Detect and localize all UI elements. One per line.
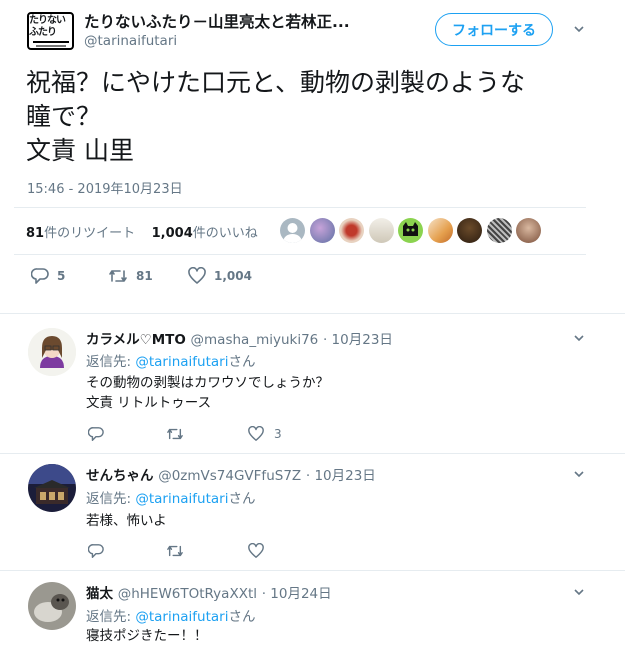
tweet-header: たりないふたり たりないふたり－山里亮太と若林正... @tarinaifuta… [0,0,625,60]
liker-avatar[interactable] [486,218,512,243]
reply-author[interactable]: カラメル♡MTO @masha_miyuki76 · 10月23日 [86,328,393,348]
like-action[interactable]: 3 [248,426,282,442]
chevron-down-icon[interactable] [573,586,585,598]
liker-avatar[interactable] [427,218,453,243]
reply-avatar[interactable] [28,582,76,630]
tweet-timestamp[interactable]: 15:46 - 2019年10月23日 [27,178,183,197]
reply-text: 若様、怖いよ [86,513,167,529]
like-count: 3 [274,427,282,441]
like-count: 1,004 [214,269,252,283]
retweet-action[interactable] [166,543,194,559]
like-stat[interactable]: 1,004件のいいね [152,226,258,241]
like-action[interactable]: 1,004 [188,267,252,285]
divider [14,254,586,255]
reply-text: その動物の剥製はカワウソでしょうか？ 文責 リトルトゥース [86,375,329,411]
heart-icon [188,267,206,284]
reply-actions: 3 [0,426,625,444]
reply-item[interactable]: カラメル♡MTO @masha_miyuki76 · 10月23日 返信先: @… [0,314,625,456]
heart-icon [248,426,264,441]
liker-avatar[interactable] [368,218,394,243]
liker-avatars [280,218,546,243]
liker-avatar[interactable] [457,218,482,243]
account-avatar[interactable]: たりないふたり [27,12,74,50]
liker-avatar[interactable] [309,218,335,243]
retweet-stat[interactable]: 81件のリツイート [26,226,135,241]
reply-action[interactable]: 5 [31,267,65,285]
reply-author[interactable]: せんちゃん @0zmVs74GVFfuS7Z · 10月23日 [86,464,376,484]
reply-icon [31,268,49,284]
account-handle[interactable]: @tarinaifutari [84,33,177,49]
reply-author[interactable]: 猫太 @hHEW6TOtRyaXXtl · 10月24日 [86,582,332,602]
reply-to: 返信先: @tarinaifutariさん [86,354,256,370]
chevron-down-icon[interactable] [573,23,585,35]
reply-avatar[interactable] [28,464,76,512]
retweet-icon [109,270,127,282]
logo-underline [32,41,69,43]
reply-date[interactable]: · 10月23日 [323,332,393,348]
liker-avatar[interactable] [280,218,305,243]
chevron-down-icon[interactable] [573,332,585,344]
retweet-action[interactable]: 81 [108,267,153,285]
engagement-stats: 81件のリツイート 1,004件のいいね [26,222,258,241]
reply-icon [88,427,104,441]
reply-icon [88,544,104,558]
reply-handle[interactable]: @0zmVs74GVFfuS7Z [158,468,301,484]
reply-to-link[interactable]: @tarinaifutari [135,491,228,507]
reply-item[interactable]: せんちゃん @0zmVs74GVFfuS7Z · 10月23日 返信先: @ta… [0,454,625,569]
reply-to-link[interactable]: @tarinaifutari [135,354,228,370]
tweet-line: 祝福？にやけた口元と、動物の剥製のような [26,68,526,97]
like-action[interactable] [248,543,274,559]
reply-handle[interactable]: @masha_miyuki76 [191,332,319,348]
reply-handle[interactable]: @hHEW6TOtRyaXXtl [118,586,257,602]
tweet-actions: 5 81 1,004 [0,267,625,289]
liker-avatar[interactable] [516,218,541,243]
liker-avatar[interactable] [398,218,423,243]
reply-to: 返信先: @tarinaifutariさん [86,609,256,625]
follow-button[interactable]: フォローする [435,13,553,46]
reply-to-link[interactable]: @tarinaifutari [135,609,228,625]
tweet-line: 文責 山里 [26,136,134,165]
retweet-action[interactable] [166,426,194,442]
retweet-icon [167,545,183,557]
divider [14,207,586,208]
reply-action[interactable] [88,543,114,559]
reply-date[interactable]: · 10月24日 [262,586,332,602]
retweet-icon [167,428,183,440]
heart-icon [248,543,264,558]
liker-avatar[interactable] [339,218,364,243]
reply-text: 寝技ポジきたー！！ [86,628,208,644]
retweet-count: 81 [136,269,153,283]
account-name[interactable]: たりないふたり－山里亮太と若林正... [84,10,404,32]
reply-count: 5 [57,269,66,283]
logo-subline [35,45,66,47]
reply-avatar[interactable] [28,328,76,376]
chevron-down-icon[interactable] [573,468,585,480]
tweet-text: 祝福？にやけた口元と、動物の剥製のような 瞳で？ 文責 山里 [26,66,606,168]
reply-item[interactable]: 猫太 @hHEW6TOtRyaXXtl · 10月24日 返信先: @tarin… [0,571,625,645]
logo-text: たりないふたり [29,15,66,38]
tweet-line: 瞳で？ [26,102,102,131]
reply-date[interactable]: · 10月23日 [306,468,376,484]
reply-actions [0,543,625,561]
reply-to: 返信先: @tarinaifutariさん [86,491,256,507]
reply-action[interactable] [88,426,114,442]
